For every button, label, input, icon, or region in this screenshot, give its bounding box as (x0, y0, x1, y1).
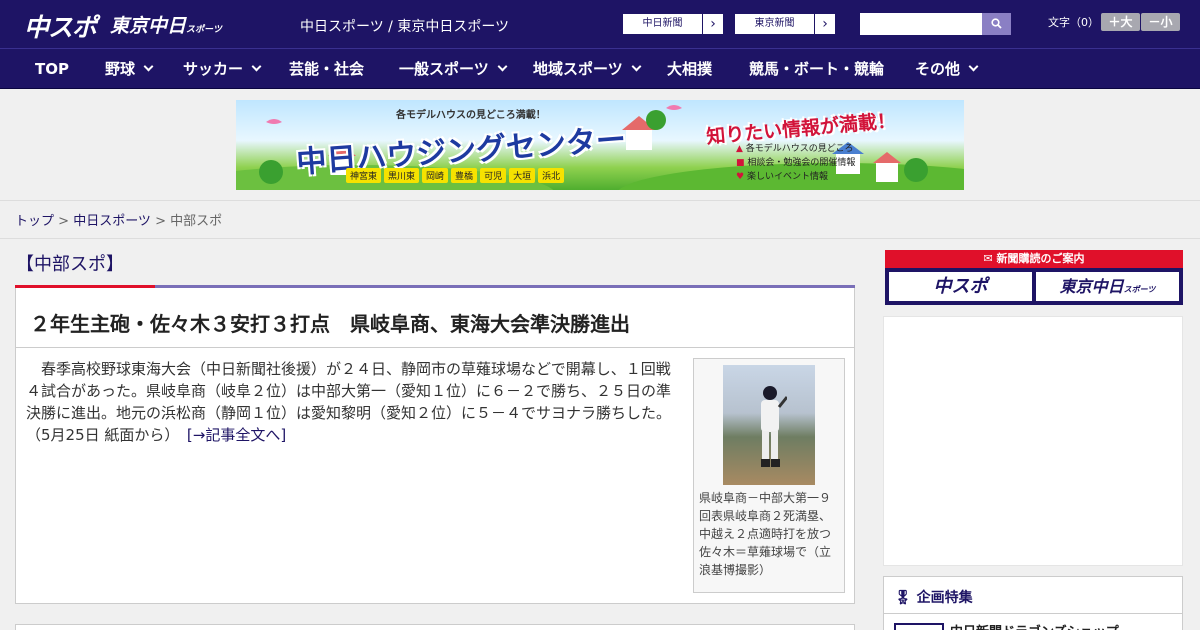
chunichi-shimbun-link[interactable]: 中日新聞 › (622, 13, 724, 35)
nav-item-label: サッカー (183, 60, 244, 78)
nav-item-regional-sports[interactable]: 地域スポーツ (533, 49, 642, 89)
chevron-right-icon: › (822, 16, 828, 32)
photo-caption: 県岐阜商－中部大第一９回表県岐阜商２死満塁、中越え２点適時打を放つ佐々木＝草薙球… (699, 491, 832, 577)
feature-title-text: 企画特集 (916, 590, 973, 606)
section-title: 【中部スポ】 (16, 254, 124, 275)
ad-point: ■ 相談会・勉強会の開催情報 (736, 156, 855, 170)
ad-city: 神宮東 (346, 168, 382, 183)
nav-item-label: 地域スポーツ (533, 60, 623, 78)
ad-point: ♥ 楽しいイベント情報 (736, 170, 855, 184)
ticket-icon: ✉ (983, 252, 993, 265)
top-header: 中スポ 東京中日スポーツ 中日スポーツ / 東京中日スポーツ 中日新聞 › 東京… (0, 0, 1200, 48)
nav-item-top[interactable]: TOP (35, 49, 69, 89)
subscription-header-text: 新聞購読のご案内 (996, 252, 1085, 265)
subscribe-chunichi-sports-button[interactable]: 中スポ (889, 272, 1032, 301)
subscribe-tokyo-chunichi-button[interactable]: 東京中日スポーツ (1036, 272, 1179, 301)
subscribe-tokyo-text: 東京中日 (1059, 277, 1124, 296)
divider (0, 238, 1200, 239)
tokyo-shimbun-label: 東京新聞 (735, 14, 815, 34)
ad-city: 可児 (480, 168, 507, 183)
subscription-header: ✉ 新聞購読のご案内 (885, 250, 1183, 268)
house-icon: ▲ (736, 144, 743, 154)
article-photo[interactable] (723, 365, 815, 485)
nav-item-racing[interactable]: 競馬・ボート・競輪 (749, 49, 884, 89)
ad-city: 浜北 (538, 168, 565, 183)
nav-item-soccer[interactable]: サッカー (183, 49, 262, 89)
nav-item-sumo[interactable]: 大相撲 (667, 49, 712, 89)
search-input[interactable] (860, 13, 982, 35)
ad-subtitle: 各モデルハウスの見どころ満載！ (396, 110, 546, 121)
breadcrumb-separator: > (150, 214, 171, 229)
chevron-down-icon (143, 61, 154, 72)
article-headline[interactable]: ２年生主砲・佐々木３安打３打点 県岐阜商、東海大会準決勝進出 (30, 308, 630, 337)
nav-item-entertainment[interactable]: 芸能・社会 (289, 49, 364, 89)
site-title[interactable]: 中日スポーツ / 東京中日スポーツ (300, 16, 509, 36)
font-size-decrease-button[interactable]: －小 (1141, 13, 1180, 31)
divider (16, 347, 854, 348)
chunichi-shimbun-label: 中日新聞 (623, 14, 703, 34)
housing-center-ad-banner[interactable]: 各モデルハウスの見どころ満載！ 中日ハウジングセンター 知りたい情報が満載！ ▲… (236, 100, 964, 190)
chevron-down-icon (497, 61, 508, 72)
ad-city: 黒川東 (384, 168, 420, 183)
feature-title: 🎖 企画特集 (894, 587, 973, 607)
read-full-article-link[interactable]: [→記事全文へ] (187, 426, 286, 444)
ad-point-text: 相談会・勉強会の開催情報 (747, 158, 856, 168)
breadcrumb: トップ > 中日スポーツ > 中部スポ (15, 210, 222, 229)
chevron-down-icon (968, 61, 979, 72)
font-size-increase-button[interactable]: ＋大 (1101, 13, 1140, 31)
nav-item-label: その他 (915, 60, 961, 78)
breadcrumb-section-link[interactable]: 中日スポーツ (73, 214, 151, 229)
sidebar-ad-space (883, 316, 1183, 566)
nav-item-label: TOP (35, 60, 69, 78)
nav-item-label: 競馬・ボート・競輪 (749, 60, 885, 78)
next-article-card (15, 624, 855, 630)
font-size-label: 文字（0） (1048, 16, 1099, 29)
nav-item-baseball[interactable]: 野球 (105, 49, 154, 89)
search-icon (991, 18, 1002, 29)
feature-thumbnail[interactable] (894, 623, 944, 630)
nav-item-other[interactable]: その他 (915, 49, 979, 89)
tokyo-chunichi-sports-logo[interactable]: 東京中日スポーツ (110, 11, 222, 38)
ad-point-text: 各モデルハウスの見どころ (745, 144, 854, 154)
subscription-box: ✉ 新聞購読のご案内 中スポ 東京中日スポーツ (885, 250, 1183, 305)
chevron-down-icon (631, 61, 642, 72)
nav-item-label: 芸能・社会 (289, 60, 365, 78)
tokyo-shimbun-link[interactable]: 東京新聞 › (734, 13, 836, 35)
chevron-right-icon: › (710, 16, 716, 32)
ad-city: 岡崎 (422, 168, 449, 183)
logo-tokyo-text: 東京中日 (110, 15, 187, 37)
feature-item-link[interactable]: 中日新聞ドラゴンズショップ (950, 621, 1119, 630)
nav-item-label: 一般スポーツ (399, 60, 489, 78)
ad-city: 大垣 (509, 168, 536, 183)
breadcrumb-current: 中部スポ (170, 214, 223, 229)
ad-points: ▲ 各モデルハウスの見どころ ■ 相談会・勉強会の開催情報 ♥ 楽しいイベント情… (736, 142, 855, 184)
logo-tokyo-small-text: スポーツ (186, 25, 222, 35)
search-button[interactable] (982, 13, 1011, 35)
batter-figure (761, 386, 787, 467)
chevron-down-icon (251, 61, 262, 72)
nav-item-general-sports[interactable]: 一般スポーツ (399, 49, 508, 89)
chunichi-sports-logo[interactable]: 中スポ (24, 8, 97, 44)
article-card: ２年生主砲・佐々木３安打３打点 県岐阜商、東海大会準決勝進出 春季高校野球東海大… (15, 288, 855, 604)
article-photo-box: 県岐阜商－中部大第一９回表県岐阜商２死満塁、中越え２点適時打を放つ佐々木＝草薙球… (693, 358, 845, 593)
divider (884, 613, 1182, 614)
ad-point-text: 楽しいイベント情報 (746, 172, 828, 182)
nav-item-label: 野球 (105, 60, 136, 78)
ad-city-list: 神宮東 黒川東 岡崎 豊橋 可児 大垣 浜北 (346, 168, 565, 183)
divider (0, 200, 1200, 201)
nav-item-label: 大相撲 (667, 60, 713, 78)
subscribe-tokyo-small-text: スポーツ (1123, 285, 1156, 294)
breadcrumb-top-link[interactable]: トップ (15, 214, 54, 229)
breadcrumb-separator: > (54, 214, 74, 229)
article-body: 春季高校野球東海大会（中日新聞社後援）が２４日、静岡市の草薙球場などで開幕し、１… (26, 358, 684, 446)
feature-box: 🎖 企画特集 中日新聞ドラゴンズショップ (883, 576, 1183, 630)
ad-point: ▲ 各モデルハウスの見どころ (736, 142, 855, 156)
ad-city: 豊橋 (451, 168, 478, 183)
ribbon-icon: 🎖 (894, 590, 912, 606)
article-body-text: 春季高校野球東海大会（中日新聞社後援）が２４日、静岡市の草薙球場などで開幕し、１… (26, 360, 672, 444)
book-icon: ■ (736, 158, 745, 168)
heart-icon: ♥ (736, 172, 745, 182)
main-navigation: TOP 野球 サッカー 芸能・社会 一般スポーツ 地域スポーツ 大相撲 競馬・ボ… (0, 48, 1200, 89)
